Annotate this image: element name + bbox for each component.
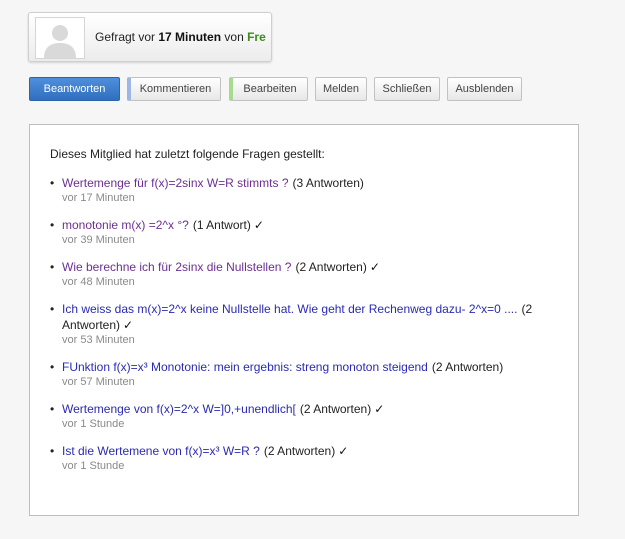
asked-prefix: Gefragt vor <box>95 30 156 44</box>
question-line: monotonie m(x) =2^x °? (1 Antwort) ✓ <box>62 217 565 233</box>
question-line: Wie berechne ich für 2sinx die Nullstell… <box>62 259 565 275</box>
bullet-icon: • <box>50 260 55 274</box>
user-silhouette-icon <box>36 18 84 58</box>
question-line: Wertemenge für f(x)=2sinx W=R stimmts ?(… <box>62 175 565 191</box>
bullet-icon: • <box>50 444 55 458</box>
question-list-item: • Wie berechne ich für 2sinx die Nullstel… <box>50 259 565 290</box>
question-line: Ich weiss das m(x)=2^x keine Nullstelle … <box>62 301 565 333</box>
question-list-item: • Ich weiss das m(x)=2^x keine Nullstelle… <box>50 301 565 348</box>
answer-count: (2 Antworten) <box>431 360 504 374</box>
bullet-icon: • <box>50 302 55 316</box>
asked-by: von <box>224 30 244 44</box>
question-time: vor 57 Minuten <box>62 376 135 388</box>
answer-count: (2 Antworten) <box>263 444 336 458</box>
close-button[interactable]: Schließen <box>374 77 440 101</box>
question-list-item: • Ist die Wertemene von f(x)=x³ W=R ? (2 A… <box>50 443 565 474</box>
question-link[interactable]: Wertemenge für f(x)=2sinx W=R stimmts ? <box>62 176 289 190</box>
question-link[interactable]: Wie berechne ich für 2sinx die Nullstell… <box>62 260 291 274</box>
question-time: vor 1 Stunde <box>62 418 125 430</box>
report-button[interactable]: Melden <box>315 77 367 101</box>
question-list-item: • monotonie m(x) =2^x °? (1 Antwort) ✓ vor 3… <box>50 217 565 248</box>
bullet-icon: • <box>50 218 55 232</box>
bullet-icon: • <box>50 402 55 416</box>
question-list-item: • Wertemenge für f(x)=2sinx W=R stimmts ?… <box>50 175 565 206</box>
question-time: vor 48 Minuten <box>62 276 135 288</box>
asked-text: Gefragt vor 17 Minuten von Fre <box>95 30 266 44</box>
question-link[interactable]: FUnktion f(x)=x³ Monotonie: mein ergebni… <box>62 360 428 374</box>
question-line: Wertemenge von f(x)=2^x W=]0,+unendlich[… <box>62 401 565 417</box>
hide-button[interactable]: Ausblenden <box>447 77 522 101</box>
question-time: vor 39 Minuten <box>62 234 135 246</box>
question-list-item: • FUnktion f(x)=x³ Monotonie: mein ergebn… <box>50 359 565 390</box>
question-link[interactable]: Wertemenge von f(x)=2^x W=]0,+unendlich[ <box>62 402 296 416</box>
recent-questions-panel: Dieses Mitglied hat zuletzt folgende Fra… <box>29 124 579 516</box>
checkmark-icon: ✓ <box>338 444 349 458</box>
question-link[interactable]: monotonie m(x) =2^x °? <box>62 218 189 232</box>
asked-user-link[interactable]: Fre <box>247 30 266 44</box>
answer-count: (2 Antworten) <box>295 260 367 274</box>
question-time: vor 1 Stunde <box>62 460 125 472</box>
bullet-icon: • <box>50 360 55 374</box>
question-line: FUnktion f(x)=x³ Monotonie: mein ergebni… <box>62 359 565 375</box>
question-list-item: • Wertemenge von f(x)=2^x W=]0,+unendlich… <box>50 401 565 432</box>
question-time: vor 53 Minuten <box>62 334 135 346</box>
bullet-icon: • <box>50 176 55 190</box>
answer-count: (2 Antworten) <box>299 402 372 416</box>
question-time: vor 17 Minuten <box>62 192 135 204</box>
asked-time: 17 Minuten <box>158 30 222 44</box>
checkmark-icon: ✓ <box>253 218 264 232</box>
comment-button[interactable]: Kommentieren <box>127 77 221 101</box>
checkmark-icon: ✓ <box>123 318 134 332</box>
checkmark-icon: ✓ <box>374 402 385 416</box>
asked-info-box: Gefragt vor 17 Minuten von Fre <box>28 12 272 62</box>
checkmark-icon: ✓ <box>369 260 380 274</box>
question-line: Ist die Wertemene von f(x)=x³ W=R ? (2 An… <box>62 443 565 459</box>
answer-count: (1 Antwort) <box>192 218 251 232</box>
answer-count: (3 Antworten) <box>292 176 364 190</box>
answer-button[interactable]: Beantworten <box>29 77 120 101</box>
edit-button[interactable]: Bearbeiten <box>229 77 308 101</box>
question-list: • Wertemenge für f(x)=2sinx W=R stimmts ?… <box>50 175 565 485</box>
question-link[interactable]: Ich weiss das m(x)=2^x keine Nullstelle … <box>62 302 517 316</box>
panel-intro: Dieses Mitglied hat zuletzt folgende Fra… <box>50 147 325 161</box>
question-link[interactable]: Ist die Wertemene von f(x)=x³ W=R ? <box>62 444 260 458</box>
avatar[interactable] <box>35 17 85 59</box>
